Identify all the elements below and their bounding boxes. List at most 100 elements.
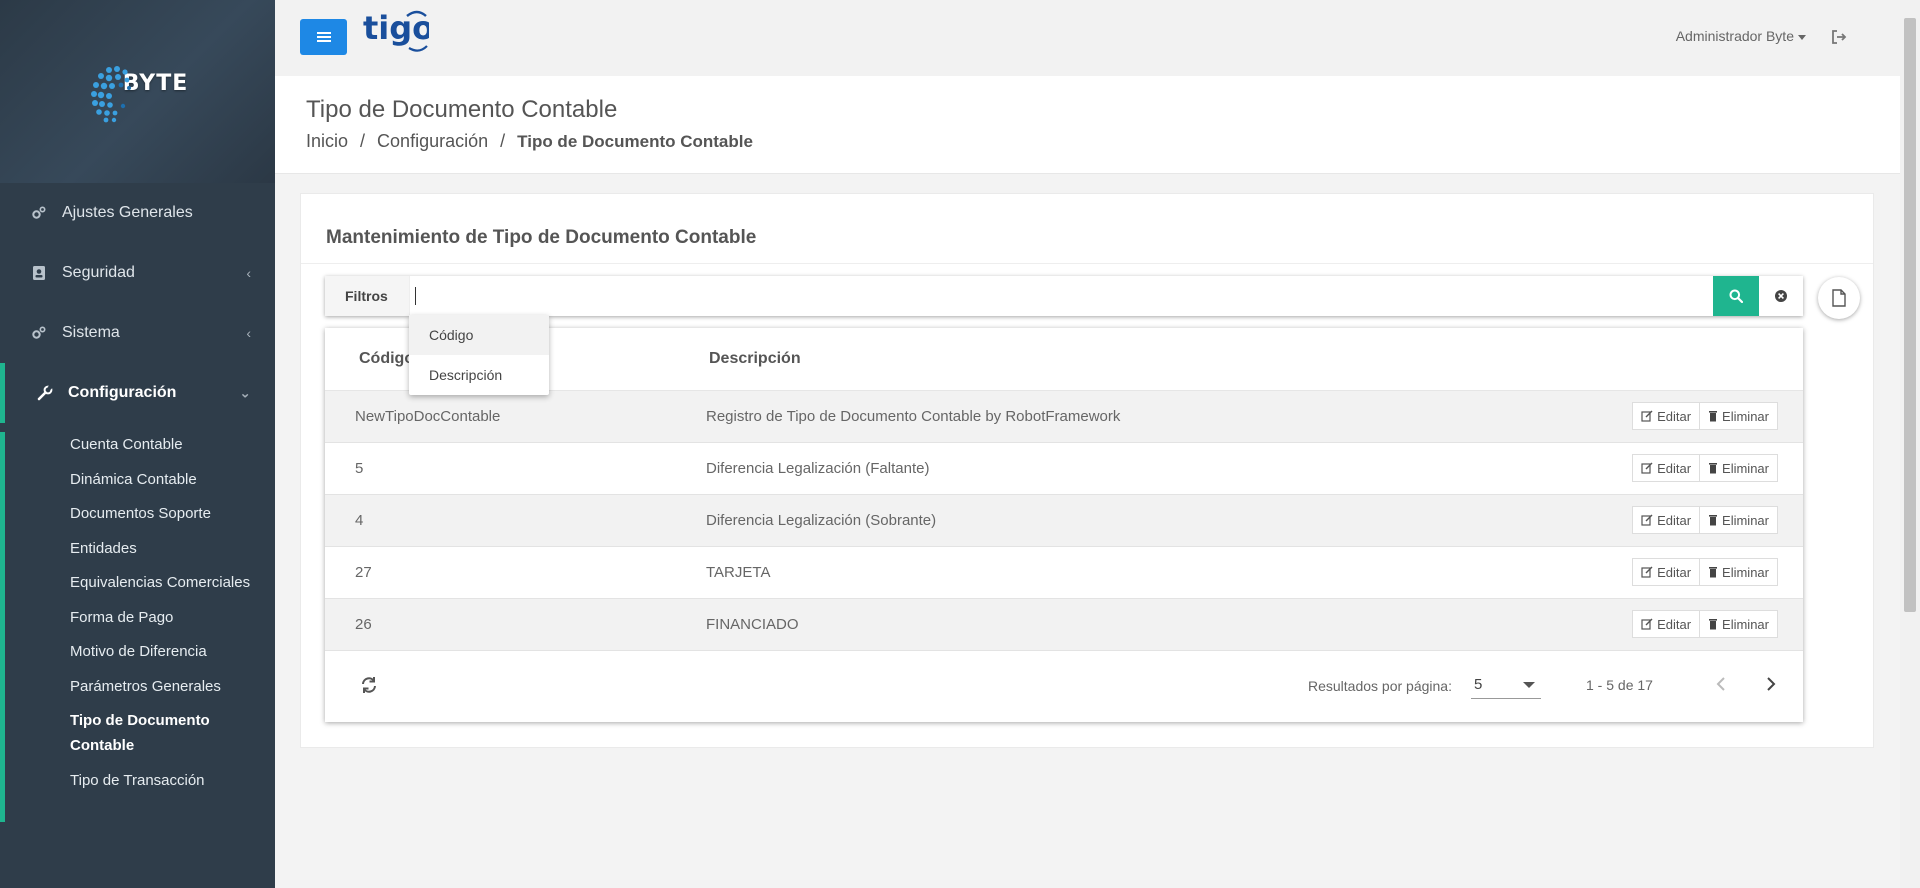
- breadcrumb-item-configuracion[interactable]: Configuración: [377, 131, 488, 152]
- table-row: 27 TARJETA Editar Eliminar: [325, 547, 1803, 599]
- breadcrumb-separator: /: [500, 131, 506, 151]
- byte-logo[interactable]: BYTE: [87, 56, 189, 128]
- submenu-item-tipo-de-transaccion[interactable]: Tipo de Transacción: [5, 768, 275, 793]
- configuracion-submenu: Cuenta Contable Dinámica Contable Docume…: [0, 432, 275, 822]
- new-record-button[interactable]: [1818, 277, 1860, 319]
- sidebar-item-label: Seguridad: [62, 264, 135, 281]
- edit-button[interactable]: Editar: [1632, 506, 1701, 534]
- cell-description: FINANCIADO: [706, 616, 799, 633]
- page-header: Tipo de Documento Contable Inicio / Conf…: [275, 76, 1900, 174]
- chevron-down-icon: ⌄: [239, 384, 251, 401]
- table-row: 26 FINANCIADO Editar Eliminar: [325, 599, 1803, 651]
- trash-icon: [1709, 567, 1718, 578]
- row-actions: Editar Eliminar: [1632, 454, 1778, 482]
- filter-option-codigo[interactable]: Código: [409, 315, 549, 355]
- tigo-logo[interactable]: tigo: [363, 8, 429, 54]
- chevron-left-icon: ‹: [246, 265, 251, 281]
- submenu-item-cuenta-contable[interactable]: Cuenta Contable: [5, 432, 275, 457]
- per-page-label: Resultados por página:: [1308, 678, 1452, 694]
- submenu-item-motivo-de-diferencia[interactable]: Motivo de Diferencia: [5, 639, 275, 664]
- sidebar-item-configuracion[interactable]: Configuración ⌄: [0, 363, 275, 423]
- filter-label: Filtros: [325, 276, 409, 316]
- tigo-logo-mark: tigo: [363, 9, 429, 52]
- submenu-item-tipo-de-documento-contable[interactable]: Tipo de Documento Contable: [5, 708, 275, 758]
- row-actions: Editar Eliminar: [1632, 506, 1778, 534]
- edit-icon: [1641, 618, 1653, 630]
- menu-toggle-button[interactable]: [300, 19, 347, 55]
- sidebar-item-seguridad[interactable]: Seguridad ‹: [0, 243, 275, 303]
- wrench-icon: [36, 384, 54, 402]
- filter-option-descripcion[interactable]: Descripción: [409, 355, 549, 395]
- submenu-item-dinamica-contable[interactable]: Dinámica Contable: [5, 467, 275, 492]
- submenu-item-documentos-soporte[interactable]: Documentos Soporte: [5, 501, 275, 526]
- sidebar-item-label: Ajustes Generales: [62, 204, 193, 221]
- sidebar-nav: Ajustes Generales Seguridad ‹ Sistema ‹ …: [0, 183, 275, 423]
- user-name: Administrador Byte: [1675, 28, 1794, 44]
- next-page-button[interactable]: [1760, 673, 1782, 695]
- sidebar-item-sistema[interactable]: Sistema ‹: [0, 303, 275, 363]
- sidebar-item-ajustes-generales[interactable]: Ajustes Generales: [0, 183, 275, 243]
- delete-label: Eliminar: [1722, 512, 1769, 528]
- search-button[interactable]: [1713, 276, 1759, 316]
- table-row: 5 Diferencia Legalización (Faltante) Edi…: [325, 443, 1803, 495]
- cell-code: 27: [355, 564, 372, 581]
- table-row: NewTipoDocContable Registro de Tipo de D…: [325, 391, 1803, 443]
- breadcrumb-item-current: Tipo de Documento Contable: [517, 131, 753, 151]
- close-circle-icon: [1775, 290, 1787, 302]
- column-header-codigo[interactable]: Código: [359, 350, 414, 368]
- delete-button[interactable]: Eliminar: [1700, 506, 1778, 534]
- search-icon: [1729, 289, 1743, 303]
- page-scrollbar[interactable]: [1900, 0, 1920, 888]
- delete-label: Eliminar: [1722, 564, 1769, 580]
- edit-button[interactable]: Editar: [1632, 402, 1701, 430]
- delete-button[interactable]: Eliminar: [1700, 610, 1778, 638]
- cell-description: TARJETA: [706, 564, 771, 581]
- edit-label: Editar: [1657, 512, 1692, 528]
- chevron-right-icon: [1767, 677, 1776, 691]
- clear-filter-button[interactable]: [1759, 276, 1803, 316]
- table-row: 4 Diferencia Legalización (Sobrante) Edi…: [325, 495, 1803, 547]
- cell-code: NewTipoDocContable: [355, 408, 501, 425]
- chevron-left-icon: [1716, 677, 1725, 691]
- logout-button[interactable]: [1828, 26, 1850, 48]
- row-actions: Editar Eliminar: [1632, 558, 1778, 586]
- submenu-item-equivalencias-comerciales[interactable]: Equivalencias Comerciales: [5, 570, 275, 595]
- edit-icon: [1641, 462, 1653, 474]
- dropdown-arrow-icon: [1523, 681, 1535, 688]
- scrollbar-thumb[interactable]: [1904, 18, 1916, 612]
- cell-description: Registro de Tipo de Documento Contable b…: [706, 408, 1121, 425]
- edit-button[interactable]: Editar: [1632, 558, 1701, 586]
- breadcrumb: Inicio / Configuración / Tipo de Documen…: [306, 131, 753, 152]
- id-badge-icon: [30, 264, 48, 282]
- filter-input[interactable]: [409, 276, 1713, 316]
- submenu-item-forma-de-pago[interactable]: Forma de Pago: [5, 605, 275, 630]
- page-title: Tipo de Documento Contable: [306, 96, 618, 123]
- previous-page-button[interactable]: [1710, 673, 1732, 695]
- topbar: tigo Administrador Byte: [275, 0, 1900, 76]
- submenu-item-parametros-generales[interactable]: Parámetros Generales: [5, 674, 275, 699]
- per-page-value: 5: [1474, 676, 1483, 693]
- edit-icon: [1641, 410, 1653, 422]
- per-page-select[interactable]: 5: [1471, 671, 1541, 699]
- delete-button[interactable]: Eliminar: [1700, 558, 1778, 586]
- trash-icon: [1709, 463, 1718, 474]
- filter-options-dropdown: Código Descripción: [409, 315, 549, 395]
- delete-button[interactable]: Eliminar: [1700, 402, 1778, 430]
- column-header-descripcion[interactable]: Descripción: [709, 350, 801, 368]
- sign-out-icon: [1832, 30, 1847, 44]
- edit-button[interactable]: Editar: [1632, 454, 1701, 482]
- sidebar-item-label: Configuración: [68, 384, 177, 401]
- submenu-item-entidades[interactable]: Entidades: [5, 536, 275, 561]
- user-menu[interactable]: Administrador Byte: [1676, 28, 1806, 44]
- edit-label: Editar: [1657, 408, 1692, 424]
- refresh-button[interactable]: [359, 675, 379, 695]
- edit-button[interactable]: Editar: [1632, 610, 1701, 638]
- delete-button[interactable]: Eliminar: [1700, 454, 1778, 482]
- tigo-wordmark: tigo: [363, 9, 429, 47]
- edit-label: Editar: [1657, 460, 1692, 476]
- caret-down-icon: [1798, 34, 1806, 40]
- sidebar: BYTE Ajustes Generales Seguridad ‹ Siste…: [0, 0, 275, 888]
- breadcrumb-item-inicio[interactable]: Inicio: [306, 131, 348, 152]
- row-actions: Editar Eliminar: [1632, 402, 1778, 430]
- cell-code: 4: [355, 512, 364, 529]
